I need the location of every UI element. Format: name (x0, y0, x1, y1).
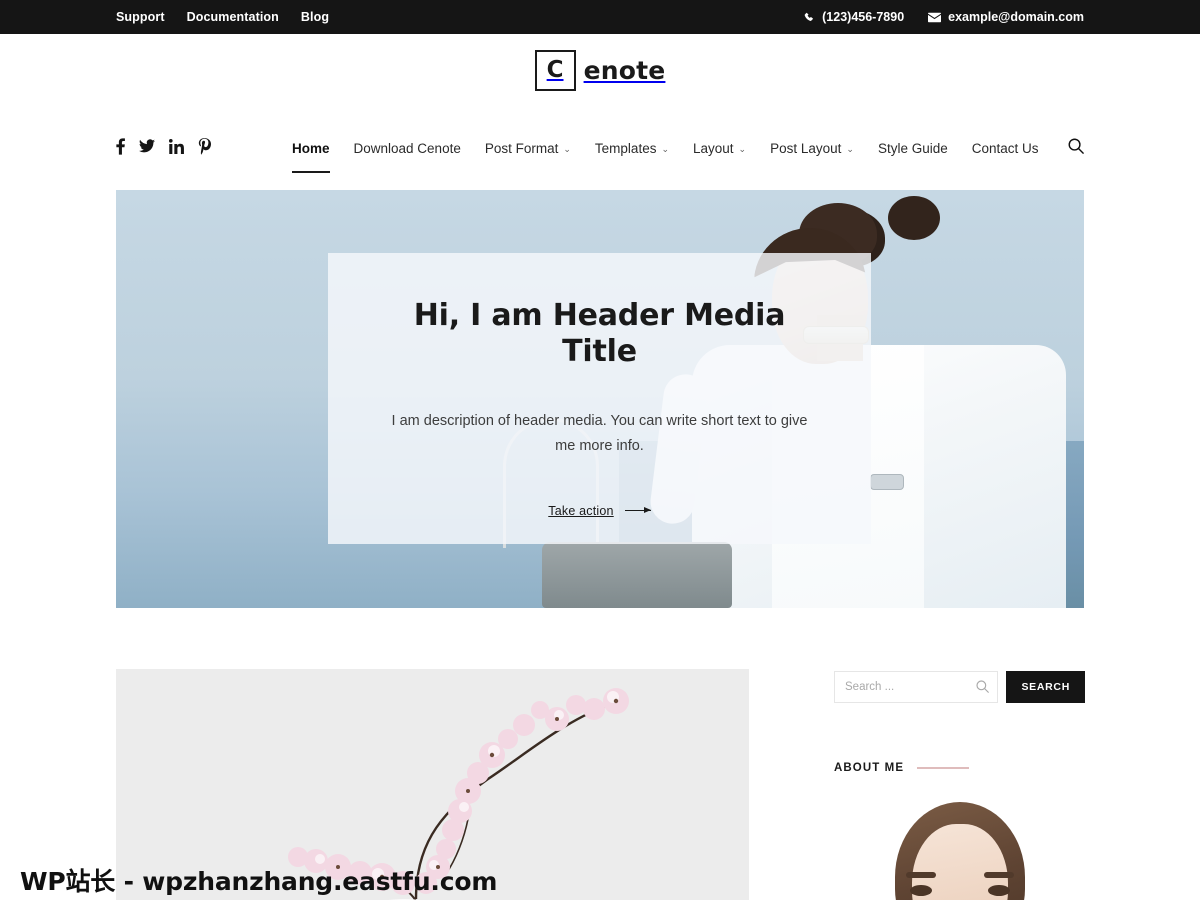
hero-handbag (541, 542, 732, 608)
about-me-widget: ABOUT ME (834, 762, 1085, 900)
title-rule (917, 767, 970, 769)
phone-icon (804, 12, 815, 23)
pinterest-icon[interactable] (198, 137, 211, 160)
nav-item-post-format[interactable]: Post Format ⌄ (485, 137, 571, 160)
nav-item-home[interactable]: Home (292, 137, 330, 173)
nav-item-templates[interactable]: Templates ⌄ (595, 137, 669, 160)
top-bar-contact: (123)456-7890 example@domain.com (804, 10, 1084, 24)
topbar-link-documentation[interactable]: Documentation (187, 10, 279, 24)
sidebar: SEARCH ABOUT ME (834, 669, 1085, 900)
top-bar: Support Documentation Blog (123)456-7890… (0, 0, 1200, 34)
facebook-icon[interactable] (116, 137, 125, 160)
nav-label: Download Cenote (353, 141, 461, 156)
nav-label: Layout (693, 141, 734, 156)
hero-description: I am description of header media. You ca… (391, 413, 808, 455)
top-bar-links: Support Documentation Blog (116, 10, 329, 24)
nav-label: Post Layout (770, 141, 842, 156)
topbar-email[interactable]: example@domain.com (928, 10, 1084, 24)
chevron-down-icon: ⌄ (738, 144, 747, 154)
search-input[interactable] (835, 672, 998, 702)
chevron-down-icon: ⌄ (846, 144, 854, 154)
chevron-down-icon: ⌄ (563, 144, 571, 154)
topbar-link-support[interactable]: Support (116, 10, 165, 24)
linkedin-icon[interactable] (169, 138, 184, 159)
nav-label: Style Guide (877, 141, 948, 156)
widget-title: ABOUT ME (834, 762, 1085, 774)
site-logo[interactable]: C enote (534, 50, 666, 91)
logo-text: enote (583, 56, 666, 85)
nav-item-style-guide[interactable]: Style Guide (878, 137, 948, 160)
search-submit-button[interactable]: SEARCH (1006, 671, 1085, 703)
social-links (116, 137, 211, 160)
nav-item-layout[interactable]: Layout ⌄ (693, 137, 746, 160)
twitter-icon[interactable] (139, 139, 155, 158)
hero-cta-label: Take action (548, 503, 614, 518)
nav-item-contact-us[interactable]: Contact Us (972, 137, 1039, 160)
search-widget: SEARCH (834, 671, 1085, 703)
search-icon (976, 680, 990, 698)
main-navigation-bar: Home Download Cenote Post Format ⌄ Templ… (0, 107, 1200, 190)
hero-cta-button[interactable]: Take action (548, 503, 651, 518)
topbar-phone[interactable]: (123)456-7890 (804, 10, 904, 24)
topbar-phone-text: (123)456-7890 (822, 10, 905, 24)
nav-label: Contact Us (971, 141, 1039, 156)
arrow-right-icon (624, 507, 651, 514)
nav-label: Templates (594, 141, 657, 156)
site-branding: C enote (0, 34, 1200, 107)
about-me-photo (834, 802, 1085, 900)
topbar-email-text: example@domain.com (948, 10, 1084, 24)
header-media-hero: Hi, I am Header Media Title I am descrip… (116, 190, 1084, 608)
nav-item-post-layout[interactable]: Post Layout ⌄ (770, 137, 854, 160)
hero-title: Hi, I am Header Media Title (413, 298, 786, 369)
envelope-icon (928, 12, 942, 23)
chevron-down-icon: ⌄ (661, 144, 669, 154)
logo-mark: C (534, 50, 576, 91)
hero-text-panel: Hi, I am Header Media Title I am descrip… (328, 253, 871, 544)
nav-label: Home (292, 141, 330, 156)
search-icon[interactable] (1068, 138, 1084, 159)
primary-menu: Home Download Cenote Post Format ⌄ Templ… (292, 137, 1039, 173)
topbar-link-blog[interactable]: Blog (301, 10, 329, 24)
nav-label: Post Format (484, 141, 559, 156)
watermark: WP站长 - wpzhanzhang.eastfu.com (20, 867, 498, 896)
nav-item-download-cenote[interactable]: Download Cenote (354, 137, 461, 160)
search-field[interactable] (834, 671, 999, 703)
widget-title-text: ABOUT ME (834, 762, 905, 774)
